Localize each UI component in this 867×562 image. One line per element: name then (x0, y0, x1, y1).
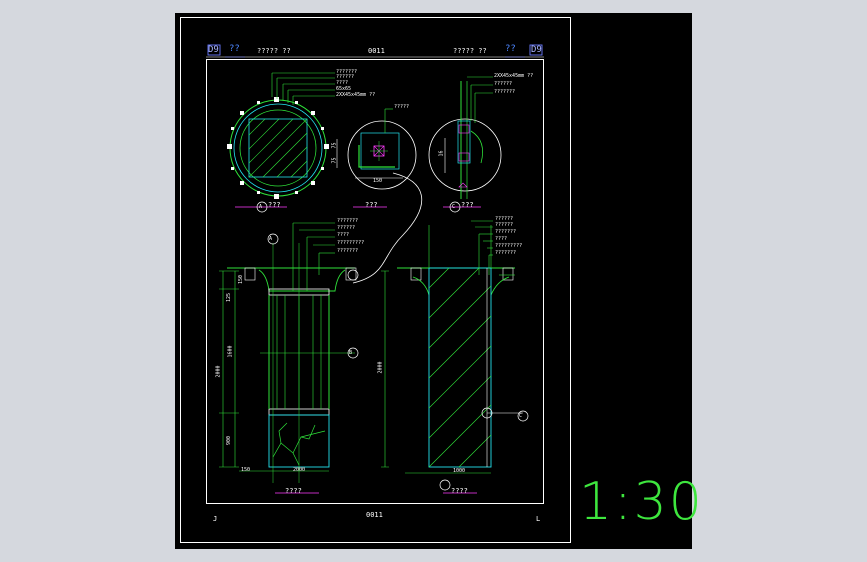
drawing-linework (180, 17, 571, 543)
cad-drawing-canvas[interactable]: D9 ?? ????? ?? 0011 ????? ?? ?? D9 ?????… (175, 13, 692, 549)
elev-right-leader-6: ??????? (495, 250, 517, 256)
footer-center-code: 0011 (366, 511, 383, 519)
circle-leader-5: 2XX45x45mm ?? (336, 92, 376, 98)
elev-bubble-a: A (269, 236, 273, 242)
elev-left-dim-3: 2000 (215, 365, 222, 378)
elev-left-leader-2: ?????? (337, 225, 356, 231)
right-leader-1: 2XX45x45mm ?? (494, 73, 534, 79)
scale-label: 1:30 (579, 472, 704, 532)
plan-a-bubble: A (259, 204, 263, 210)
header-right-code: D9 (531, 45, 542, 55)
elev-left-leader-3: ???? (337, 232, 350, 238)
elev-right-dim-1: 2000 (377, 361, 384, 374)
footer-right-mark: L (536, 515, 541, 523)
elev-bubble-c: C (519, 413, 523, 419)
elev-right-leader-5: ????????? (495, 243, 523, 249)
elev-left-dim-7: 2000 (293, 467, 306, 473)
elev-left-leader-4: ????????? (337, 240, 365, 246)
plan-b-label: ??? (365, 201, 378, 209)
elev-right-leader-4: ???? (495, 236, 508, 242)
elev-left-leader-5: ??????? (337, 248, 359, 254)
footer-left-mark: J (213, 515, 218, 523)
plan-a-label: ??? (268, 201, 281, 209)
plan-c-label: ??? (461, 201, 474, 209)
elev-right-title: ???? (451, 487, 468, 495)
right-leader-2: ?????? (494, 81, 513, 87)
plan-c-bubble: C (452, 204, 456, 210)
elev-left-dim-4: 1600 (227, 345, 234, 358)
header-left-marks: ?? (229, 44, 240, 54)
header-right-title: ????? ?? (453, 47, 487, 55)
right-leader-3: ??????? (494, 89, 516, 95)
header-left-code: D9 (208, 45, 219, 55)
elev-right-leader-3: ??????? (495, 229, 517, 235)
elev-left-leader-1: ??????? (337, 218, 359, 224)
elev-left-dim-5: 900 (226, 435, 233, 446)
detail-leader: ????? (394, 104, 410, 110)
elevation-left (219, 222, 359, 494)
elev-left-title: ???? (285, 487, 302, 495)
elev-right-leader-2: ?????? (495, 222, 514, 228)
detail-dim-1: 75 (331, 142, 338, 149)
plan-right-circle (428, 76, 502, 213)
elev-bubble-b: B (349, 350, 353, 356)
header-left-title: ????? ?? (257, 47, 291, 55)
plan-detail-circle (336, 108, 423, 284)
right-dim: 16 (438, 150, 445, 157)
header-center-code: 0011 (368, 47, 385, 55)
detail-dim-width: 150 (373, 178, 383, 184)
detail-dim-2: 75 (331, 157, 338, 164)
elev-left-dim-6: 150 (241, 467, 251, 473)
elevation-right (381, 220, 529, 494)
elev-left-dim-1: 150 (238, 274, 245, 285)
header-right-marks: ?? (505, 44, 516, 54)
elev-left-dim-2: 125 (226, 292, 233, 303)
plan-circle-column (227, 72, 335, 213)
elev-right-dim-2: 1000 (453, 468, 466, 474)
